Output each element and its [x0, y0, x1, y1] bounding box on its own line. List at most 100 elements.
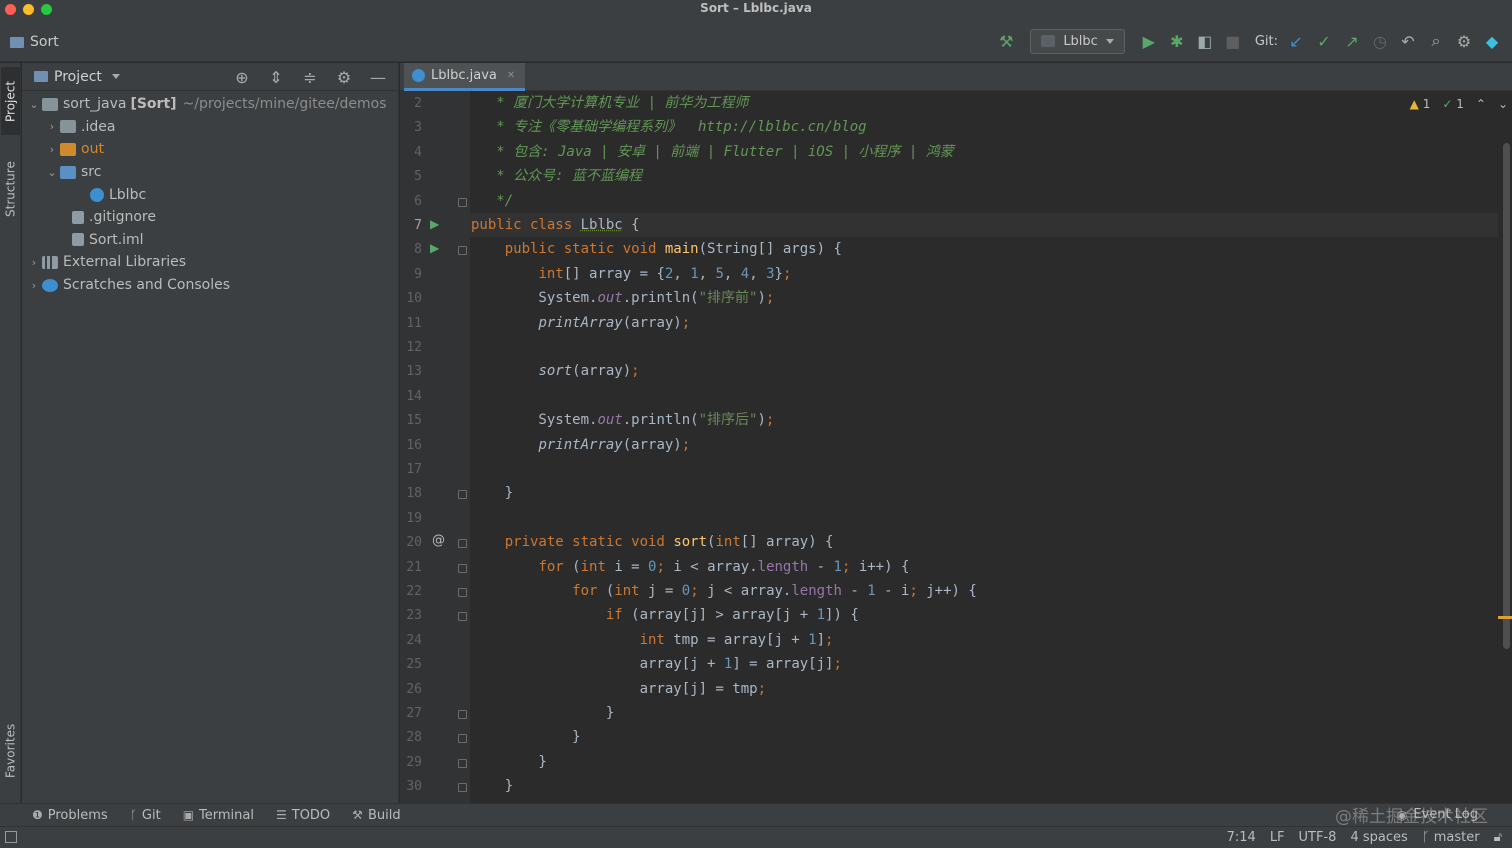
- debug-icon[interactable]: ✱: [1163, 28, 1191, 54]
- stop-icon[interactable]: ■: [1219, 28, 1247, 54]
- tool-terminal[interactable]: ▣ Terminal: [183, 808, 254, 823]
- line-number[interactable]: 20: [400, 535, 422, 550]
- indent-setting[interactable]: 4 spaces: [1350, 830, 1407, 845]
- tool-build[interactable]: ⚒ Build: [352, 808, 400, 823]
- warning-stripe-marker[interactable]: [1498, 616, 1512, 619]
- tree-item-src[interactable]: ⌄ src: [22, 161, 398, 184]
- breadcrumb[interactable]: Sort: [10, 34, 59, 50]
- line-number[interactable]: 8: [400, 242, 422, 257]
- tree-item-gitignore[interactable]: .gitignore: [22, 206, 398, 229]
- history-icon[interactable]: ◷: [1366, 28, 1394, 54]
- line-number[interactable]: 4: [400, 145, 422, 160]
- toggle-tool-windows-icon[interactable]: [5, 831, 17, 843]
- code-text-area[interactable]: * 厦门大学计算机专业 | 前华为工程师 * 专注《零基础学编程系列》 http…: [470, 91, 1498, 803]
- fold-marker-icon[interactable]: [458, 612, 467, 622]
- hide-panel-icon[interactable]: —: [364, 64, 392, 90]
- line-number[interactable]: 23: [400, 608, 422, 623]
- locate-icon[interactable]: ⊕: [228, 64, 256, 90]
- tree-item-lblbc[interactable]: Lblbc: [22, 183, 398, 206]
- tab-favorites[interactable]: Favorites: [1, 711, 20, 791]
- line-number[interactable]: 16: [400, 438, 422, 453]
- tab-project[interactable]: Project: [1, 67, 20, 135]
- editor-scrollbar[interactable]: [1503, 143, 1510, 649]
- tree-item-out[interactable]: › out: [22, 138, 398, 161]
- file-encoding[interactable]: UTF-8: [1299, 830, 1337, 845]
- rollback-icon[interactable]: ↶: [1394, 28, 1422, 54]
- tool-problems[interactable]: ❶ Problems: [32, 808, 108, 823]
- line-number[interactable]: 2: [400, 96, 422, 111]
- fold-marker-icon[interactable]: [458, 758, 467, 768]
- caret-position[interactable]: 7:14: [1227, 830, 1256, 845]
- line-number[interactable]: 9: [400, 267, 422, 282]
- coverage-icon[interactable]: ◧: [1191, 28, 1219, 54]
- project-panel-title[interactable]: Project: [54, 69, 102, 85]
- line-number[interactable]: 15: [400, 413, 422, 428]
- git-branch[interactable]: ᚴ master: [1422, 830, 1480, 845]
- line-number[interactable]: 12: [400, 340, 422, 355]
- line-number[interactable]: 5: [400, 169, 422, 184]
- line-separator[interactable]: LF: [1270, 830, 1285, 845]
- fold-marker-icon[interactable]: [458, 783, 467, 793]
- run-gutter-icon[interactable]: ▶: [430, 217, 439, 231]
- editor-tab-lblbc[interactable]: Lblbc.java ✕: [404, 63, 526, 91]
- fold-marker-icon[interactable]: [458, 710, 467, 719]
- line-number[interactable]: 14: [400, 389, 422, 404]
- line-number[interactable]: 28: [400, 730, 422, 745]
- expand-all-icon[interactable]: ⇕: [262, 64, 290, 90]
- tree-item-iml[interactable]: Sort.iml: [22, 229, 398, 252]
- run-icon[interactable]: ▶: [1135, 28, 1163, 54]
- line-number[interactable]: 3: [400, 120, 422, 135]
- line-number[interactable]: 22: [400, 584, 422, 599]
- close-icon[interactable]: ✕: [507, 70, 515, 81]
- chevron-right-icon[interactable]: ›: [44, 120, 60, 133]
- tab-structure[interactable]: Structure: [1, 149, 20, 229]
- git-push-icon[interactable]: ↗: [1338, 28, 1366, 54]
- line-number[interactable]: 19: [400, 511, 422, 526]
- editor-gutter[interactable]: 2 3 4 5 6 7 8 9 10 11 12 13 14 15 16 17 18 19 20 21 22 23 24 25…: [400, 91, 470, 803]
- line-number[interactable]: 6: [400, 194, 422, 209]
- fold-marker-icon[interactable]: [458, 539, 467, 549]
- tree-item-external-libraries[interactable]: › External Libraries: [22, 251, 398, 274]
- line-number[interactable]: 10: [400, 291, 422, 306]
- tree-item-idea[interactable]: › .idea: [22, 116, 398, 139]
- gear-icon[interactable]: ⚙: [330, 64, 358, 90]
- chevron-down-icon[interactable]: ⌄: [44, 166, 60, 179]
- line-number[interactable]: 24: [400, 633, 422, 648]
- collapse-all-icon[interactable]: ≑: [296, 64, 324, 90]
- chevron-right-icon[interactable]: ›: [44, 143, 60, 156]
- chevron-up-icon[interactable]: ⌃: [1476, 97, 1486, 111]
- fold-marker-icon[interactable]: [458, 563, 467, 573]
- line-number[interactable]: 7: [400, 218, 422, 233]
- line-number[interactable]: 25: [400, 657, 422, 672]
- chevron-right-icon[interactable]: ›: [26, 256, 42, 269]
- fold-marker-icon[interactable]: [458, 246, 467, 256]
- line-number[interactable]: 17: [400, 462, 422, 477]
- search-icon[interactable]: ⌕: [1422, 28, 1450, 54]
- line-number[interactable]: 30: [400, 779, 422, 794]
- chevron-right-icon[interactable]: ›: [26, 279, 42, 292]
- inspection-warnings[interactable]: ▲ 1: [1410, 97, 1431, 111]
- inspection-widget[interactable]: ▲ 1 ✓ 1 ⌃ ⌄: [1410, 97, 1508, 111]
- fold-marker-icon[interactable]: [458, 197, 467, 207]
- git-update-icon[interactable]: ↙: [1282, 28, 1310, 54]
- annotation-gutter-icon[interactable]: @: [432, 533, 445, 548]
- chevron-down-icon[interactable]: ⌄: [26, 98, 42, 111]
- line-number[interactable]: 27: [400, 706, 422, 721]
- run-gutter-icon[interactable]: ▶: [430, 241, 439, 255]
- line-number[interactable]: 18: [400, 486, 422, 501]
- line-number[interactable]: 26: [400, 682, 422, 697]
- tree-item-root[interactable]: ⌄ sort_java [Sort] ~/projects/mine/gitee…: [22, 93, 398, 116]
- breadcrumb-project[interactable]: Sort: [30, 34, 59, 50]
- gear-icon[interactable]: ⚙: [1450, 28, 1478, 54]
- chevron-down-icon[interactable]: [111, 74, 120, 79]
- line-number[interactable]: 11: [400, 316, 422, 331]
- run-configuration-select[interactable]: Lblbc: [1030, 28, 1125, 54]
- git-commit-icon[interactable]: ✓: [1310, 28, 1338, 54]
- build-hammer-icon[interactable]: ⚒: [992, 28, 1020, 54]
- tree-item-scratches[interactable]: › Scratches and Consoles: [22, 274, 398, 297]
- tool-todo[interactable]: ☰ TODO: [276, 808, 330, 823]
- line-number[interactable]: 13: [400, 364, 422, 379]
- fold-marker-icon[interactable]: [458, 588, 467, 597]
- lock-icon[interactable]: 🔓︎: [1494, 830, 1502, 845]
- inspection-ok[interactable]: ✓ 1: [1442, 97, 1464, 111]
